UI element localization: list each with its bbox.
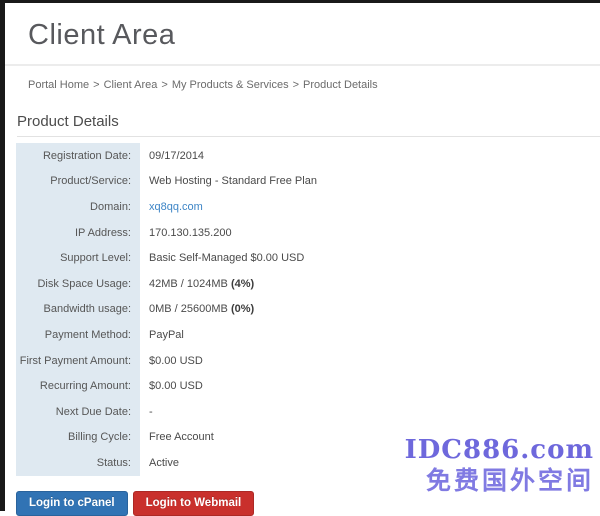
table-row-domain: Domain: xq8qq.com [16, 194, 600, 220]
field-value: 0MB / 25600MB (0%) [140, 303, 254, 315]
table-row-registration-date: Registration Date: 09/17/2014 [16, 143, 600, 169]
field-label: Disk Space Usage: [16, 271, 140, 297]
breadcrumb-separator: > [293, 79, 299, 91]
product-details-table: Registration Date: 09/17/2014 Product/Se… [16, 143, 600, 476]
breadcrumb-separator: > [93, 79, 99, 91]
header-divider [5, 64, 600, 66]
breadcrumb-link-client-area[interactable]: Client Area [104, 79, 158, 91]
table-row-ip-address: IP Address: 170.130.135.200 [16, 220, 600, 246]
field-label: Payment Method: [16, 322, 140, 348]
table-row-bandwidth-usage: Bandwidth usage: 0MB / 25600MB (0%) [16, 297, 600, 323]
field-value: Free Account [140, 431, 214, 443]
field-label: IP Address: [16, 220, 140, 246]
field-label: Product/Service: [16, 169, 140, 195]
disk-usage-percent: (4%) [231, 278, 254, 290]
table-row-support-level: Support Level: Basic Self-Managed $0.00 … [16, 245, 600, 271]
field-value: - [140, 406, 153, 418]
login-to-cpanel-button[interactable]: Login to cPanel [16, 491, 128, 516]
domain-link[interactable]: xq8qq.com [149, 201, 203, 213]
field-value: 42MB / 1024MB (4%) [140, 278, 254, 290]
section-title: Product Details [17, 113, 600, 137]
field-label: Recurring Amount: [16, 373, 140, 399]
client-area-page: Client Area Portal Home>Client Area>My P… [5, 3, 600, 516]
breadcrumb-link-portal-home[interactable]: Portal Home [28, 79, 89, 91]
table-row-disk-space-usage: Disk Space Usage: 42MB / 1024MB (4%) [16, 271, 600, 297]
field-label: Domain: [16, 194, 140, 220]
table-row-next-due-date: Next Due Date: - [16, 399, 600, 425]
breadcrumb-link-my-products-services[interactable]: My Products & Services [172, 79, 289, 91]
left-edge-border [0, 0, 5, 511]
field-label: Billing Cycle: [16, 425, 140, 451]
field-label: Support Level: [16, 245, 140, 271]
field-label: First Payment Amount: [16, 348, 140, 374]
table-row-billing-cycle: Billing Cycle: Free Account [16, 425, 600, 451]
page-title: Client Area [28, 19, 600, 52]
table-row-first-payment-amount: First Payment Amount: $0.00 USD [16, 348, 600, 374]
breadcrumb-separator: > [161, 79, 167, 91]
breadcrumb-current-product-details: Product Details [303, 79, 378, 91]
table-row-product-service: Product/Service: Web Hosting - Standard … [16, 169, 600, 195]
field-value: xq8qq.com [140, 201, 203, 213]
action-buttons: Login to cPanel Login to Webmail [16, 491, 600, 516]
field-label: Registration Date: [16, 143, 140, 169]
status-value: Active [140, 457, 179, 469]
login-to-webmail-button[interactable]: Login to Webmail [133, 491, 255, 516]
field-value: $0.00 USD [140, 380, 203, 392]
breadcrumb: Portal Home>Client Area>My Products & Se… [28, 79, 600, 91]
field-label: Bandwidth usage: [16, 297, 140, 323]
field-value: 170.130.135.200 [140, 227, 232, 239]
field-label: Status: [16, 450, 140, 476]
bandwidth-usage-percent: (0%) [231, 303, 254, 315]
table-row-payment-method: Payment Method: PayPal [16, 322, 600, 348]
field-value: Web Hosting - Standard Free Plan [140, 175, 317, 187]
table-row-recurring-amount: Recurring Amount: $0.00 USD [16, 373, 600, 399]
field-value: $0.00 USD [140, 355, 203, 367]
field-value: Basic Self-Managed $0.00 USD [140, 252, 304, 264]
field-value: 09/17/2014 [140, 150, 204, 162]
field-value: PayPal [140, 329, 184, 341]
table-row-status: Status: Active [16, 450, 600, 476]
top-edge-border [0, 0, 600, 3]
field-label: Next Due Date: [16, 399, 140, 425]
